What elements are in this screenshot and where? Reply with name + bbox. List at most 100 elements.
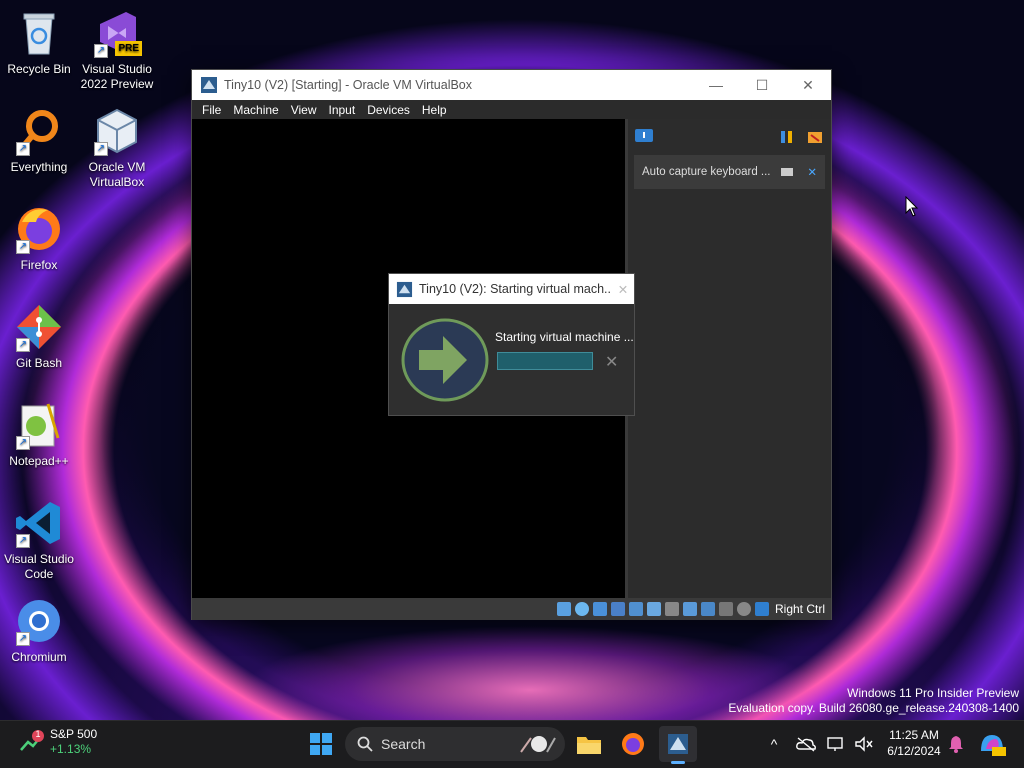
desktop-icon-vscode[interactable]: ↗ Visual Studio Code <box>0 498 78 582</box>
notepad-plus-plus-icon: ↗ <box>14 400 64 450</box>
visual-studio-preview-icon: PRE ↗ <box>92 8 142 58</box>
notification-center: Auto capture keyboard ... ✕ <box>625 119 831 598</box>
search-highlight-icon <box>520 736 556 753</box>
stock-widget[interactable]: 1 S&P 500 +1.13% <box>20 727 97 757</box>
start-button[interactable] <box>305 728 337 760</box>
onedrive-icon[interactable] <box>796 736 816 752</box>
audio-icon[interactable] <box>610 602 625 616</box>
start-arrow-icon <box>401 318 489 402</box>
menu-input[interactable]: Input <box>323 103 362 117</box>
dialog-titlebar[interactable]: Tiny10 (V2): Starting virtual mach... ✕ <box>389 274 634 304</box>
desktop-icon-label: Oracle VM VirtualBox <box>88 160 146 189</box>
virtualbox-icon <box>201 77 217 93</box>
shortcut-arrow-icon: ↗ <box>16 534 30 548</box>
network-icon[interactable] <box>628 602 643 616</box>
recycle-bin-icon <box>14 8 64 58</box>
host-key-icon[interactable] <box>754 602 769 616</box>
active-indicator <box>671 761 685 764</box>
clock-time: 11:25 AM <box>889 728 939 742</box>
search-placeholder: Search <box>381 736 426 752</box>
pre-badge: PRE <box>115 41 142 56</box>
dialog-close-button[interactable]: ✕ <box>612 282 634 297</box>
notifications-button[interactable] <box>946 728 966 760</box>
mouse-cursor-icon <box>905 196 919 217</box>
dialog-body: Starting virtual machine ... ✕ <box>389 304 634 417</box>
starting-vm-dialog[interactable]: Tiny10 (V2): Starting virtual mach... ✕ … <box>388 273 635 416</box>
taskbar-clock[interactable]: 11:25 AM 6/12/2024 <box>880 727 948 759</box>
clock-date: 6/12/2024 <box>887 744 941 758</box>
desktop-icon-label: Visual Studio 2022 Preview <box>80 62 154 91</box>
virtualbox-icon <box>668 734 688 754</box>
notification-toolbar <box>628 119 831 155</box>
status-bar: Right Ctrl <box>192 598 831 620</box>
desktop-icon-everything[interactable]: ↗ Everything <box>0 106 78 175</box>
taskbar-file-explorer[interactable] <box>573 728 605 760</box>
stock-chart-icon <box>20 730 44 751</box>
system-tray: ^ <box>764 720 874 768</box>
desktop-icon-label: Visual Studio Code <box>4 552 74 581</box>
notification-bell-icon[interactable] <box>634 128 654 146</box>
desktop-icon-label: Recycle Bin <box>7 62 71 76</box>
notification-close-button[interactable]: ✕ <box>807 165 817 179</box>
optical-drive-icon[interactable] <box>574 602 589 616</box>
shortcut-arrow-icon: ↗ <box>16 240 30 254</box>
menu-view[interactable]: View <box>285 103 323 117</box>
notification-auto-capture[interactable]: Auto capture keyboard ... ✕ <box>634 155 825 189</box>
everything-search-icon: ↗ <box>14 106 64 156</box>
shortcut-arrow-icon: ↗ <box>16 338 30 352</box>
taskbar-search[interactable]: Search <box>345 727 565 761</box>
stock-change: +1.13% <box>50 742 92 756</box>
shortcut-arrow-icon: ↗ <box>16 142 30 156</box>
desktop-icon-label: Chromium <box>11 650 67 664</box>
close-button[interactable]: ✕ <box>785 70 831 100</box>
menu-help[interactable]: Help <box>416 103 453 117</box>
notification-text: Auto capture keyboard ... <box>642 166 771 178</box>
usb-icon[interactable] <box>646 602 661 616</box>
desktop-icon-recycle-bin[interactable]: Recycle Bin <box>0 8 78 77</box>
copilot-button[interactable] <box>976 728 1008 760</box>
volume-muted-icon[interactable] <box>854 736 874 752</box>
sort-icon[interactable] <box>779 129 795 145</box>
watermark-line1: Windows 11 Pro Insider Preview <box>847 686 1019 700</box>
desktop-icon-git-bash[interactable]: ↗ Git Bash <box>0 302 78 371</box>
menu-machine[interactable]: Machine <box>227 103 284 117</box>
window-titlebar[interactable]: Tiny10 (V2) [Starting] - Oracle VM Virtu… <box>192 70 831 100</box>
taskbar-virtualbox[interactable] <box>659 726 697 764</box>
shortcut-arrow-icon: ↗ <box>94 44 108 58</box>
virtualbox-icon: ↗ <box>92 106 142 156</box>
git-bash-icon: ↗ <box>14 302 64 352</box>
vt-x-icon[interactable] <box>718 602 733 616</box>
cancel-button[interactable]: ✕ <box>605 352 618 372</box>
taskbar-firefox[interactable] <box>617 728 649 760</box>
desktop-icon-virtualbox[interactable]: ↗ Oracle VM VirtualBox <box>78 106 156 190</box>
host-key-label: Right Ctrl <box>774 602 825 616</box>
menu-file[interactable]: File <box>196 103 227 117</box>
firefox-icon: ↗ <box>14 204 64 254</box>
menu-devices[interactable]: Devices <box>361 103 416 117</box>
chromium-icon: ↗ <box>14 596 64 646</box>
clear-all-icon[interactable] <box>807 129 823 145</box>
minimize-button[interactable]: — <box>693 70 739 100</box>
desktop-icon-firefox[interactable]: ↗ Firefox <box>0 204 78 273</box>
floppy-icon[interactable] <box>592 602 607 616</box>
show-hidden-icons-button[interactable]: ^ <box>764 736 784 752</box>
desktop-icon-label: Notepad++ <box>9 454 69 468</box>
hard-disk-icon[interactable] <box>556 602 571 616</box>
desktop-icon-label: Git Bash <box>15 356 63 370</box>
desktop-icon-chromium[interactable]: ↗ Chromium <box>0 596 78 665</box>
desktop-icon-notepad-plus-plus[interactable]: ↗ Notepad++ <box>0 400 78 469</box>
copilot-icon <box>981 735 1006 756</box>
windows-watermark: Windows 11 Pro Insider Preview Evaluatio… <box>728 686 1019 716</box>
desktop-icon-visual-studio-preview[interactable]: PRE ↗ Visual Studio 2022 Preview <box>78 8 156 92</box>
network-icon[interactable] <box>826 736 846 752</box>
search-icon <box>357 736 373 752</box>
display-icon[interactable] <box>682 602 697 616</box>
maximize-button[interactable]: ☐ <box>739 70 785 100</box>
shortcut-arrow-icon: ↗ <box>16 436 30 450</box>
window-title: Tiny10 (V2) [Starting] - Oracle VM Virtu… <box>224 78 473 92</box>
recording-icon[interactable] <box>700 602 715 616</box>
menu-bar: File Machine View Input Devices Help <box>192 100 831 119</box>
mouse-integration-icon[interactable] <box>736 602 751 616</box>
shared-folders-icon[interactable] <box>664 602 679 616</box>
dialog-message: Starting virtual machine ... <box>495 330 634 344</box>
